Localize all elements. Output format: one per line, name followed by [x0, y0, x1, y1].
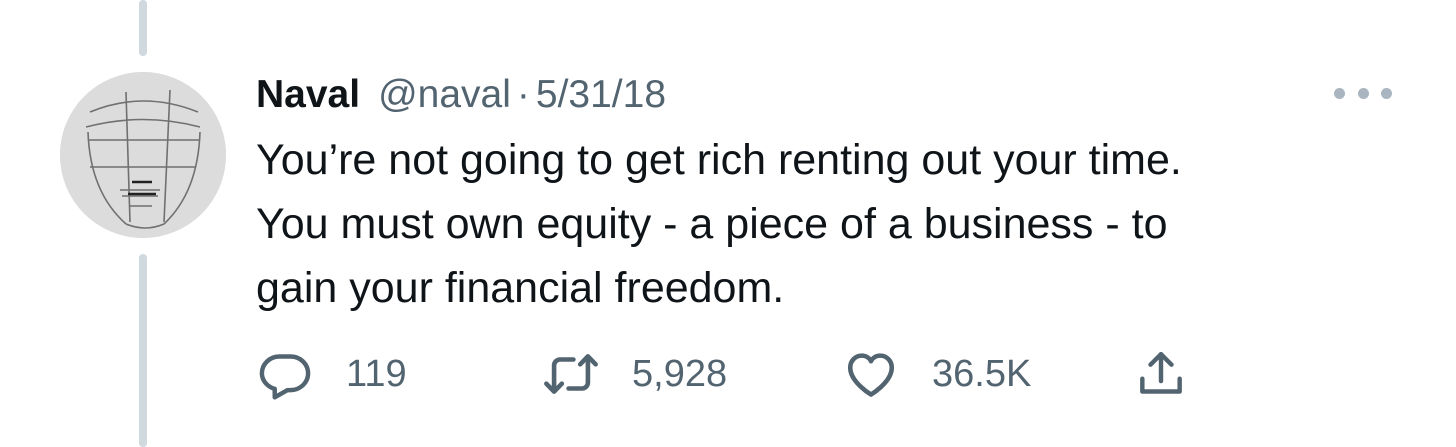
tweet-header: Naval @naval · 5/31/18: [256, 70, 666, 120]
more-dot: [1357, 87, 1369, 99]
tweet-date[interactable]: 5/31/18: [536, 70, 666, 120]
header-separator: ·: [516, 73, 530, 116]
more-dot: [1334, 87, 1345, 99]
author-handle[interactable]: @naval: [378, 70, 511, 120]
tweet-text-line: You’re not going to get rich renting out…: [256, 136, 1182, 184]
author-name[interactable]: Naval: [256, 70, 360, 120]
more-dot: [1381, 87, 1392, 99]
share-button[interactable]: [1132, 342, 1190, 406]
reply-icon: [256, 345, 314, 403]
more-options-icon[interactable]: [1334, 80, 1392, 106]
thread-line-bottom: [139, 254, 147, 447]
like-count: 36.5K: [932, 352, 1032, 395]
tweet-card[interactable]: Naval @naval · 5/31/18 You’re not going …: [0, 0, 1456, 447]
tweet-text-line: gain your financial freedom.: [256, 264, 785, 312]
like-button[interactable]: 36.5K: [842, 342, 1031, 406]
tweet-text: You’re not going to get rich renting out…: [256, 128, 1386, 320]
tweet-actions: 119 5,928 36.5K: [256, 342, 1206, 406]
retweet-icon: [542, 345, 600, 403]
reply-button[interactable]: 119: [256, 342, 407, 406]
avatar[interactable]: [60, 72, 226, 238]
avatar-sketch-image: [60, 72, 226, 238]
reply-count: 119: [346, 352, 407, 395]
retweet-button[interactable]: 5,928: [542, 342, 727, 406]
tweet-text-line: You must own equity - a piece of a busin…: [256, 200, 1168, 248]
thread-line-top: [139, 0, 147, 56]
share-icon: [1132, 345, 1190, 403]
retweet-count: 5,928: [632, 352, 728, 395]
heart-icon: [842, 345, 900, 403]
